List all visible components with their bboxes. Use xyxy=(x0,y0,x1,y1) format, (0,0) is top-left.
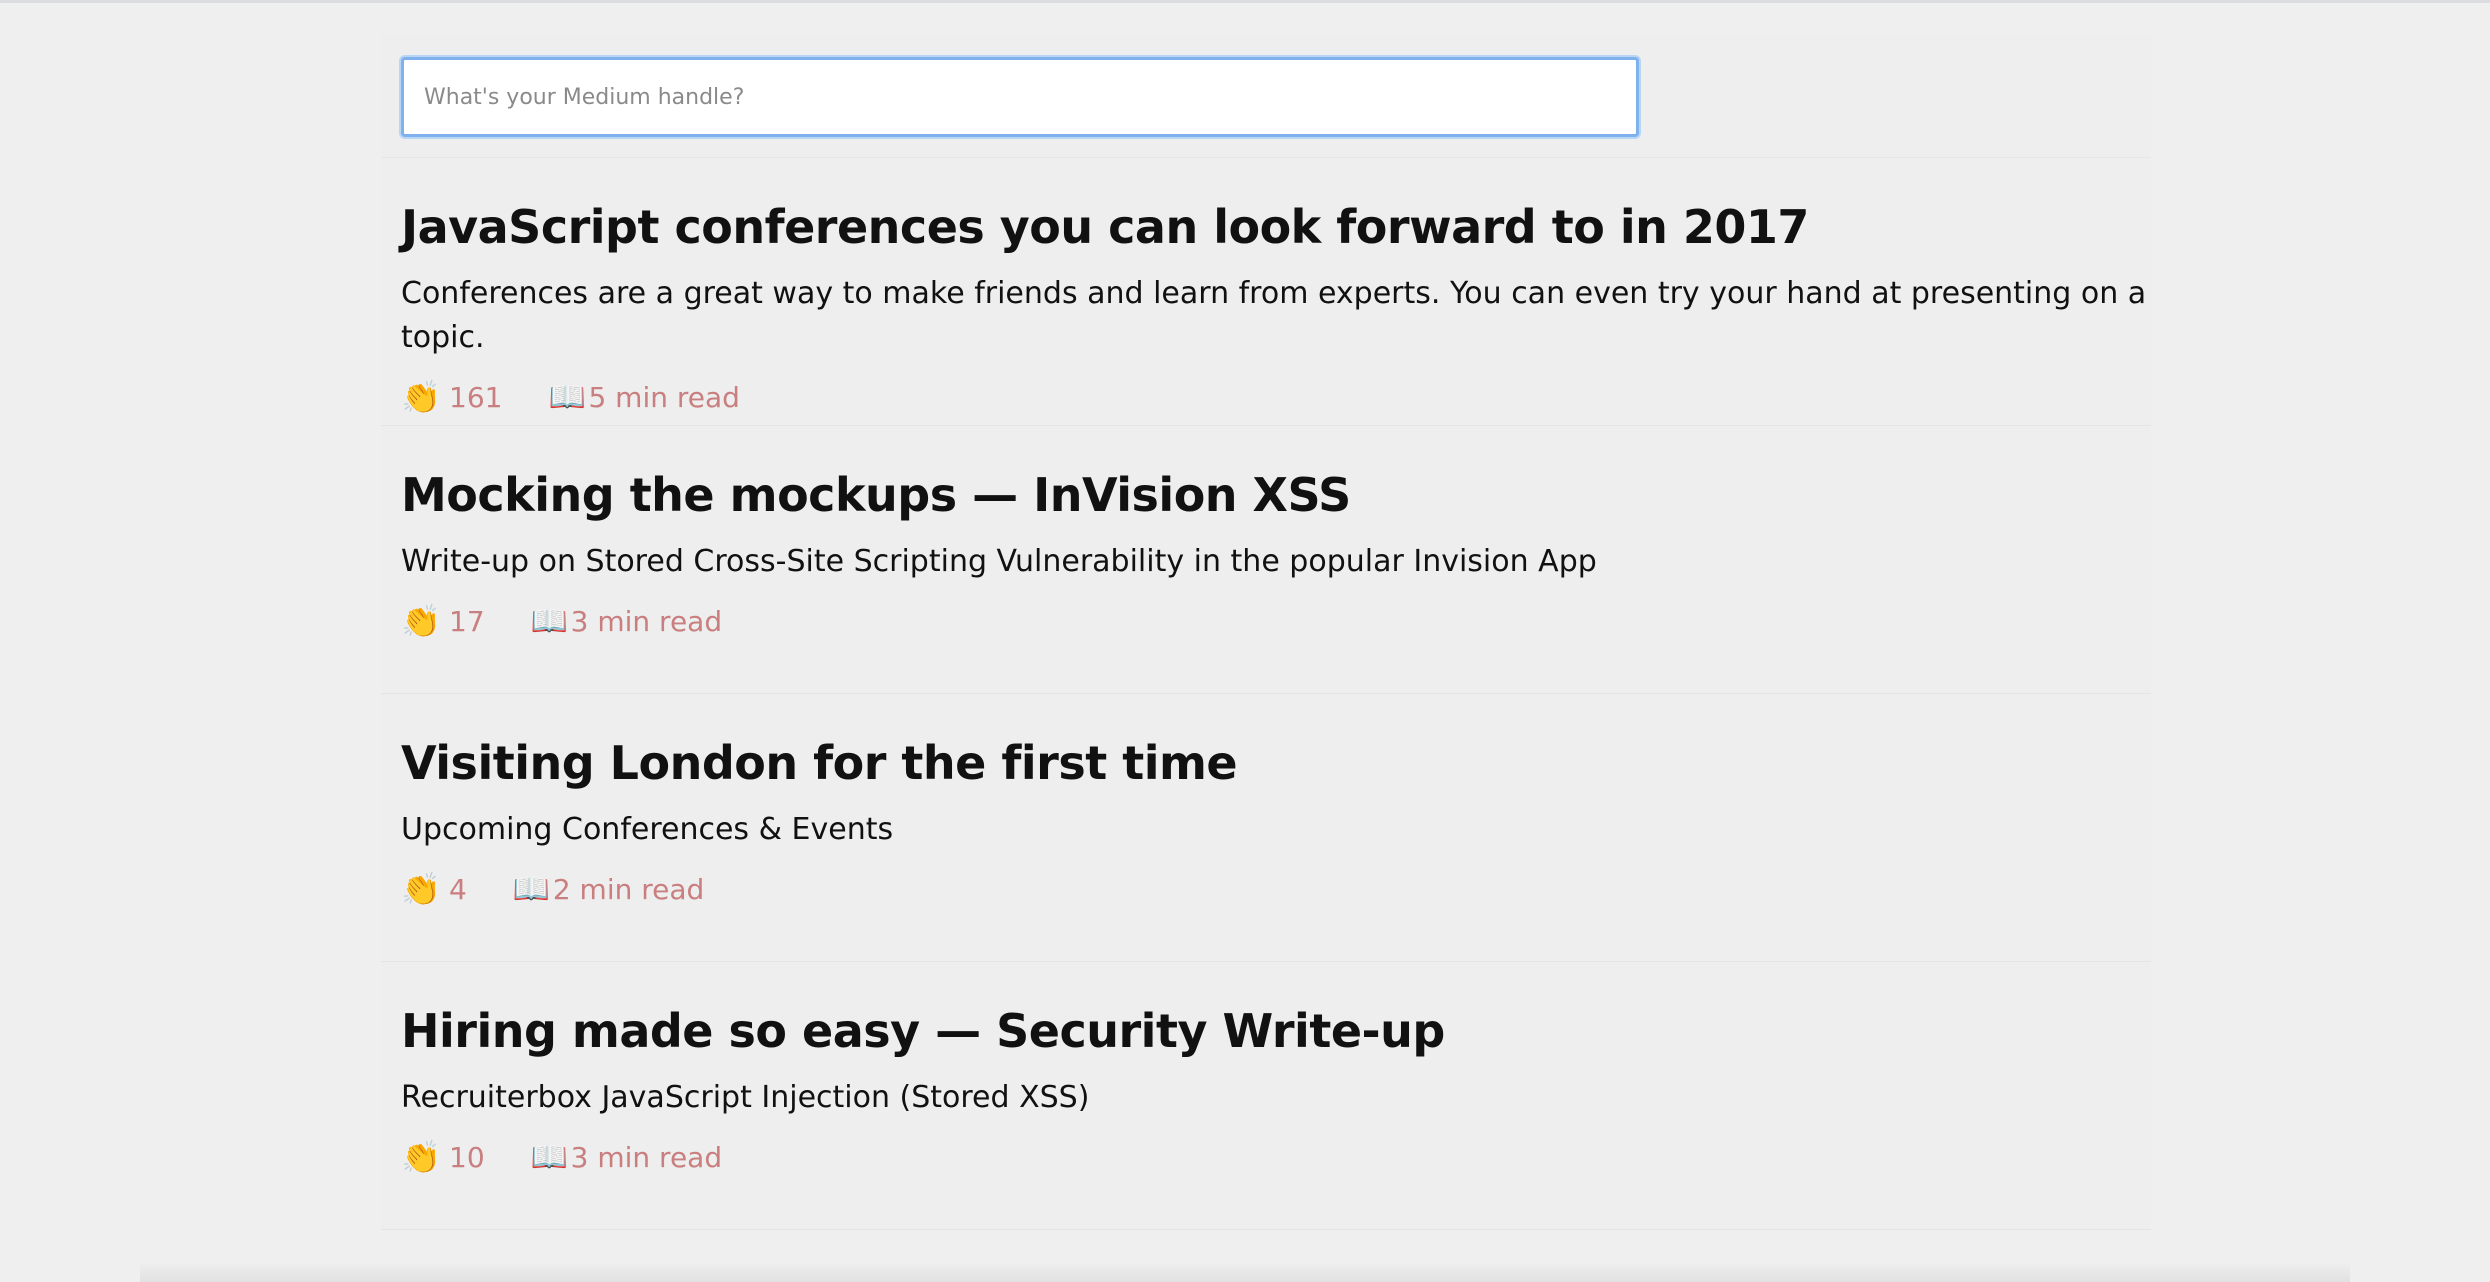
open-book-icon: 📖 xyxy=(530,1139,568,1175)
post-subtitle: Upcoming Conferences & Events xyxy=(401,812,894,847)
clap-count: 161 xyxy=(449,380,503,414)
post-item[interactable]: Hiring made so easy — Security Write-up … xyxy=(381,962,2151,1230)
read-time: 3 min read xyxy=(570,1140,723,1174)
open-book-icon: 📖 xyxy=(512,871,551,907)
clap-icon: 👏 xyxy=(401,378,441,416)
clap-count: 10 xyxy=(449,1140,485,1174)
post-subtitle: Write-up on Stored Cross-Site Scripting … xyxy=(401,544,1597,579)
post-title[interactable]: Hiring made so easy — Security Write-up xyxy=(401,1000,2151,1062)
clap-icon: 👏 xyxy=(401,1138,441,1176)
read-time: 2 min read xyxy=(552,872,705,906)
open-book-icon: 📖 xyxy=(548,379,586,415)
post-item[interactable]: JavaScript conferences you can look forw… xyxy=(381,158,2151,426)
post-title[interactable]: Mocking the mockups — InVision XSS xyxy=(401,464,2151,526)
post-meta: 👏 161 📖 5 min read xyxy=(401,378,2151,416)
clap-count: 17 xyxy=(449,604,485,638)
window-top-border xyxy=(0,0,2490,3)
open-book-icon: 📖 xyxy=(530,603,568,639)
read-time: 3 min read xyxy=(570,604,723,638)
post-meta: 👏 4 📖 2 min read xyxy=(401,870,2151,908)
medium-handle-input[interactable] xyxy=(401,57,1639,137)
post-title[interactable]: JavaScript conferences you can look forw… xyxy=(401,196,2151,258)
clap-icon: 👏 xyxy=(401,870,441,908)
post-subtitle: Conferences are a great way to make frie… xyxy=(401,276,2147,355)
clap-count: 4 xyxy=(449,872,467,906)
clap-icon: 👏 xyxy=(401,602,441,640)
post-title[interactable]: Visiting London for the first time xyxy=(401,732,2151,794)
search-bar xyxy=(381,35,2151,158)
posts-container: JavaScript conferences you can look forw… xyxy=(381,35,2151,1230)
post-meta: 👏 10 📖 3 min read xyxy=(401,1138,2151,1176)
post-item[interactable]: Visiting London for the first time Upcom… xyxy=(381,694,2151,962)
post-item[interactable]: Mocking the mockups — InVision XSS Write… xyxy=(381,426,2151,694)
post-subtitle: Recruiterbox JavaScript Injection (Store… xyxy=(401,1080,1090,1115)
window-bottom-shadow xyxy=(140,1262,2350,1282)
read-time: 5 min read xyxy=(588,380,740,414)
post-meta: 👏 17 📖 3 min read xyxy=(401,602,2151,640)
